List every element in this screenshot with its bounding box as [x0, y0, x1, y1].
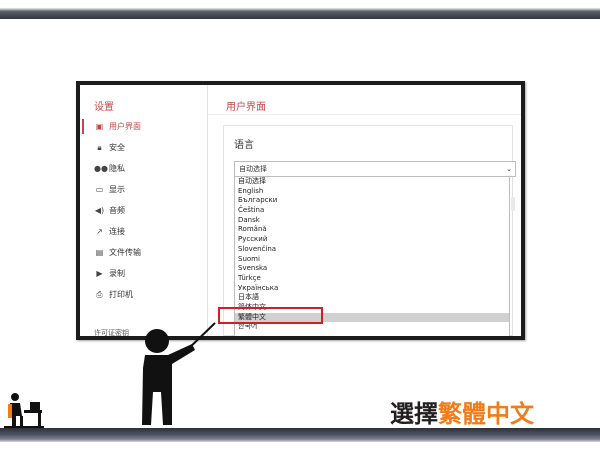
desk-worker-icon [4, 393, 44, 428]
bottom-decor-bar [0, 428, 600, 442]
step-caption: 選擇繁體中文 [390, 394, 534, 429]
caption-highlight: 繁體中文 [438, 400, 534, 428]
caption-prefix: 選擇 [390, 400, 438, 428]
pointer-figure-icon [142, 322, 216, 425]
